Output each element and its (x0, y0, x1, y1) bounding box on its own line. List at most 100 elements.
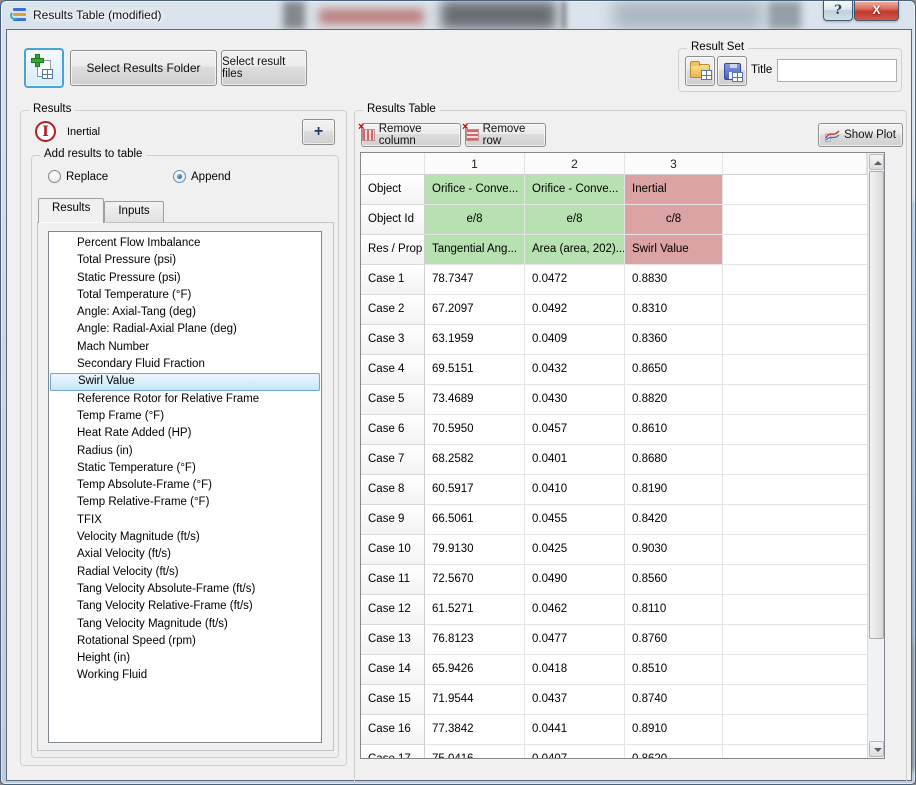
list-item[interactable]: Angle: Radial-Axial Plane (deg) (49, 321, 321, 338)
show-plot-button[interactable]: Show Plot (818, 123, 903, 147)
table-cell[interactable]: e/8 (425, 205, 525, 235)
list-item[interactable]: Swirl Value (50, 373, 320, 390)
table-cell[interactable]: 0.0407 (525, 745, 625, 758)
table-cell[interactable]: 0.0492 (525, 295, 625, 325)
tab-inputs[interactable]: Inputs (104, 201, 163, 223)
vertical-scrollbar[interactable] (867, 153, 884, 758)
list-item[interactable]: Height (in) (49, 650, 321, 667)
list-item[interactable]: Tang Velocity Absolute-Frame (ft/s) (49, 581, 321, 598)
table-cell[interactable]: 0.8760 (625, 625, 723, 655)
title-input[interactable] (777, 59, 897, 82)
row-header[interactable]: Object (361, 175, 425, 205)
row-header[interactable]: Case 11 (361, 565, 425, 595)
row-header[interactable]: Case 14 (361, 655, 425, 685)
table-cell[interactable]: 76.8123 (425, 625, 525, 655)
table-cell[interactable]: 0.8620 (625, 745, 723, 758)
row-header[interactable]: Case 5 (361, 385, 425, 415)
row-header[interactable]: Case 2 (361, 295, 425, 325)
column-header[interactable]: 2 (525, 153, 625, 175)
row-header[interactable]: Case 17 (361, 745, 425, 758)
table-cell[interactable]: 0.0457 (525, 415, 625, 445)
table-cell[interactable]: Orifice - Conve... (525, 175, 625, 205)
row-header[interactable]: Case 16 (361, 715, 425, 745)
title-bar[interactable]: Results Table (modified) (1, 1, 915, 29)
remove-row-button[interactable]: Remove row (465, 123, 546, 147)
help-button[interactable]: ? (823, 1, 853, 21)
table-cell[interactable]: 0.8510 (625, 655, 723, 685)
row-header[interactable]: Case 15 (361, 685, 425, 715)
row-header[interactable]: Case 6 (361, 415, 425, 445)
table-cell[interactable]: 0.0401 (525, 445, 625, 475)
table-cell[interactable]: 0.0477 (525, 625, 625, 655)
table-cell[interactable]: 73.4689 (425, 385, 525, 415)
list-item[interactable]: Rotational Speed (rpm) (49, 633, 321, 650)
append-radio[interactable]: Append (173, 170, 231, 183)
close-button[interactable]: X (854, 1, 899, 21)
row-header[interactable]: Case 1 (361, 265, 425, 295)
table-cell[interactable]: 0.8740 (625, 685, 723, 715)
corner-header-cell[interactable] (361, 153, 425, 175)
table-cell[interactable]: Tangential Ang... (425, 235, 525, 265)
list-item[interactable]: Working Fluid (49, 667, 321, 684)
list-item[interactable]: Total Temperature (°F) (49, 287, 321, 304)
results-list[interactable]: Percent Flow ImbalanceTotal Pressure (ps… (48, 231, 322, 743)
row-header[interactable]: Case 7 (361, 445, 425, 475)
list-item[interactable]: Static Pressure (psi) (49, 270, 321, 287)
table-cell[interactable]: 0.0441 (525, 715, 625, 745)
table-cell[interactable]: 71.9544 (425, 685, 525, 715)
list-item[interactable]: Temp Relative-Frame (°F) (49, 494, 321, 511)
table-grid[interactable]: 123ObjectOrifice - Conve...Orifice - Con… (361, 153, 867, 758)
tab-results[interactable]: Results (38, 198, 104, 223)
list-item[interactable]: Axial Velocity (ft/s) (49, 546, 321, 563)
replace-radio[interactable]: Replace (48, 170, 108, 183)
table-cell[interactable]: 67.2097 (425, 295, 525, 325)
row-header[interactable]: Case 9 (361, 505, 425, 535)
table-cell[interactable]: 78.7347 (425, 265, 525, 295)
table-cell[interactable]: e/8 (525, 205, 625, 235)
list-item[interactable]: Velocity Magnitude (ft/s) (49, 529, 321, 546)
table-cell[interactable]: 0.8910 (625, 715, 723, 745)
row-header[interactable]: Object Id (361, 205, 425, 235)
list-item[interactable]: TFIX (49, 512, 321, 529)
row-header[interactable]: Case 3 (361, 325, 425, 355)
table-cell[interactable]: 0.0472 (525, 265, 625, 295)
table-cell[interactable]: 77.3842 (425, 715, 525, 745)
table-cell[interactable]: 0.8830 (625, 265, 723, 295)
table-cell[interactable]: 0.0418 (525, 655, 625, 685)
row-header[interactable]: Case 12 (361, 595, 425, 625)
table-cell[interactable]: 60.5917 (425, 475, 525, 505)
row-header[interactable]: Res / Prop (361, 235, 425, 265)
row-header[interactable]: Case 4 (361, 355, 425, 385)
table-cell[interactable]: 0.8560 (625, 565, 723, 595)
table-cell[interactable]: Orifice - Conve... (425, 175, 525, 205)
save-result-set-button[interactable] (717, 56, 747, 86)
row-header[interactable]: Case 13 (361, 625, 425, 655)
table-cell[interactable]: 0.9030 (625, 535, 723, 565)
table-cell[interactable]: 0.0462 (525, 595, 625, 625)
table-cell[interactable]: 0.8190 (625, 475, 723, 505)
list-item[interactable]: Heat Rate Added (HP) (49, 425, 321, 442)
list-item[interactable]: Tang Velocity Magnitude (ft/s) (49, 616, 321, 633)
table-cell[interactable]: 0.8610 (625, 415, 723, 445)
remove-column-button[interactable]: Remove column (361, 123, 461, 147)
table-cell[interactable]: 0.8820 (625, 385, 723, 415)
add-object-button[interactable]: + (302, 119, 335, 145)
table-cell[interactable]: 63.1959 (425, 325, 525, 355)
table-cell[interactable]: c/8 (625, 205, 723, 235)
table-cell[interactable]: 0.8310 (625, 295, 723, 325)
table-cell[interactable]: 0.8680 (625, 445, 723, 475)
table-cell[interactable]: Area (area, 202)... (525, 235, 625, 265)
list-item[interactable]: Static Temperature (°F) (49, 460, 321, 477)
table-cell[interactable]: 0.0410 (525, 475, 625, 505)
list-item[interactable]: Temp Frame (°F) (49, 408, 321, 425)
table-cell[interactable]: Swirl Value (625, 235, 723, 265)
table-cell[interactable]: 0.8110 (625, 595, 723, 625)
list-item[interactable]: Total Pressure (psi) (49, 252, 321, 269)
list-item[interactable]: Mach Number (49, 339, 321, 356)
table-cell[interactable]: 0.8360 (625, 325, 723, 355)
list-item[interactable]: Radial Velocity (ft/s) (49, 564, 321, 581)
table-cell[interactable]: 0.8650 (625, 355, 723, 385)
list-item[interactable]: Reference Rotor for Relative Frame (49, 391, 321, 408)
table-cell[interactable]: 0.0455 (525, 505, 625, 535)
table-cell[interactable]: Inertial (625, 175, 723, 205)
